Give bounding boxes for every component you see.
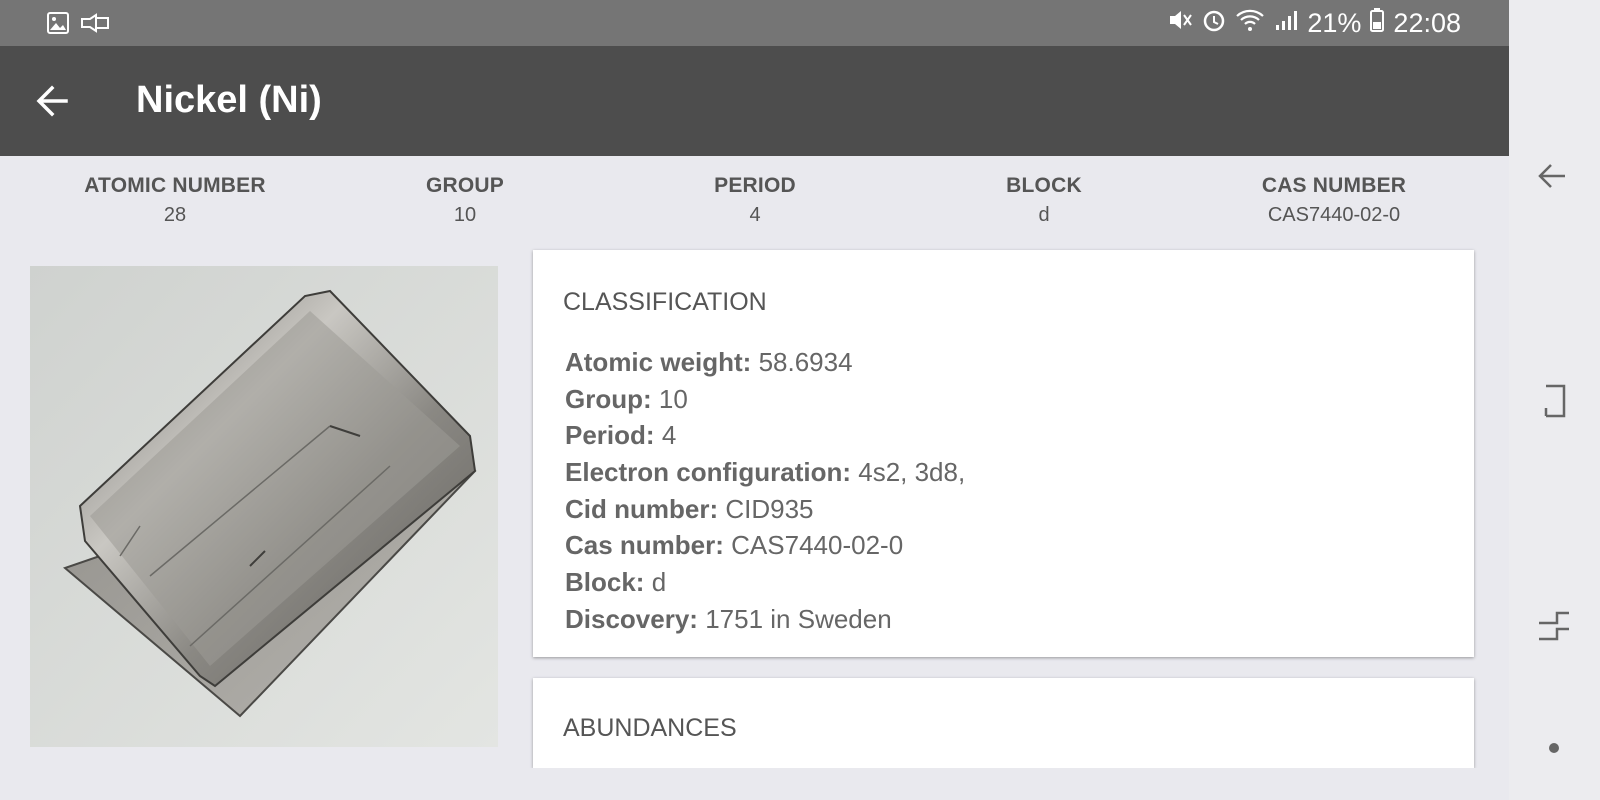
alarm-icon (1201, 7, 1227, 40)
nav-recents-icon (1531, 384, 1577, 428)
status-bar: 21% 22:08 (0, 0, 1509, 46)
flashlight-icon (80, 11, 110, 40)
status-left-icons (46, 11, 110, 40)
battery-icon (1369, 7, 1385, 40)
list-item: Atomic weight: 58.6934 (565, 344, 965, 381)
classification-title: CLASSIFICATION (563, 288, 767, 316)
row-value: 4s2, 3d8, (858, 457, 966, 488)
row-key: Group: (565, 383, 652, 414)
row-value: d (651, 567, 667, 598)
scroll-fade (0, 768, 1509, 800)
summary-label: ATOMIC NUMBER (84, 174, 266, 197)
abundances-card[interactable]: ABUNDANCES (533, 678, 1474, 768)
summary-value: 10 (453, 204, 477, 226)
battery-percent: 21% (1307, 8, 1362, 38)
element-photo (30, 266, 498, 747)
abundances-title: ABUNDANCES (563, 714, 737, 742)
row-value: 10 (658, 383, 688, 414)
summary-row: ATOMIC NUMBER 28 GROUP 10 PERIOD 4 BLOCK… (0, 156, 1509, 240)
summary-value: 4 (749, 204, 761, 226)
list-item: Discovery: 1751 in Sweden (565, 601, 965, 638)
list-item: Period: 4 (565, 417, 965, 454)
app-bar: Nickel (Ni) (0, 46, 1509, 156)
navigation-bar (1509, 0, 1600, 800)
summary-block: BLOCK d (914, 174, 1174, 227)
summary-cas-number: CAS NUMBER CAS7440-02-0 (1204, 174, 1464, 227)
row-value: CAS7440-02-0 (731, 530, 904, 561)
page-title: Nickel (Ni) (136, 79, 322, 121)
row-value: CID935 (725, 493, 814, 524)
nav-recents-button[interactable] (1531, 378, 1577, 424)
clock-time: 22:08 (1393, 8, 1461, 38)
summary-label: GROUP (425, 174, 504, 197)
summary-label: BLOCK (1006, 174, 1082, 197)
back-button[interactable] (30, 78, 76, 124)
row-key: Block: (565, 567, 645, 598)
list-item: Cas number: CAS7440-02-0 (565, 527, 965, 564)
row-key: Electron configuration: (565, 457, 851, 488)
list-item: Group: 10 (565, 381, 965, 418)
summary-value: CAS7440-02-0 (1267, 204, 1401, 226)
row-key: Discovery: (565, 603, 698, 634)
summary-atomic-number: ATOMIC NUMBER 28 (45, 174, 305, 227)
signal-icon (1273, 7, 1299, 40)
wifi-icon (1235, 7, 1265, 40)
row-key: Cas number: (565, 530, 724, 561)
summary-label: CAS NUMBER (1261, 174, 1407, 197)
list-item: Cid number: CID935 (565, 491, 965, 528)
back-arrow-icon (30, 85, 76, 128)
list-item: Block: d (565, 564, 965, 601)
summary-period: PERIOD 4 (625, 174, 885, 227)
summary-value: 28 (163, 204, 187, 226)
classification-list: Atomic weight: 58.6934 Group: 10 Period:… (565, 344, 965, 638)
mute-icon (1167, 7, 1193, 40)
nav-home-button[interactable] (1531, 603, 1577, 649)
row-value: 58.6934 (758, 347, 853, 377)
nav-home-icon (1531, 611, 1577, 653)
row-key: Cid number: (565, 493, 719, 524)
row-key: Period: (565, 420, 655, 451)
nav-back-icon (1531, 164, 1577, 203)
row-key: Atomic weight: (565, 347, 752, 377)
summary-label: PERIOD (714, 174, 796, 197)
list-item: Electron configuration: 4s2, 3d8, (565, 454, 965, 491)
row-value: 4 (661, 420, 677, 451)
nav-dot-icon (1531, 743, 1577, 775)
summary-value: d (1038, 204, 1050, 226)
nav-back-button[interactable] (1531, 153, 1577, 199)
status-right: 21% 22:08 (1167, 7, 1461, 40)
gallery-icon (46, 11, 70, 40)
row-value: 1751 in Sweden (705, 603, 892, 634)
summary-group: GROUP 10 (335, 174, 595, 227)
nav-dot-button[interactable] (1531, 725, 1577, 771)
classification-card: CLASSIFICATION Atomic weight: 58.6934 Gr… (533, 250, 1474, 657)
